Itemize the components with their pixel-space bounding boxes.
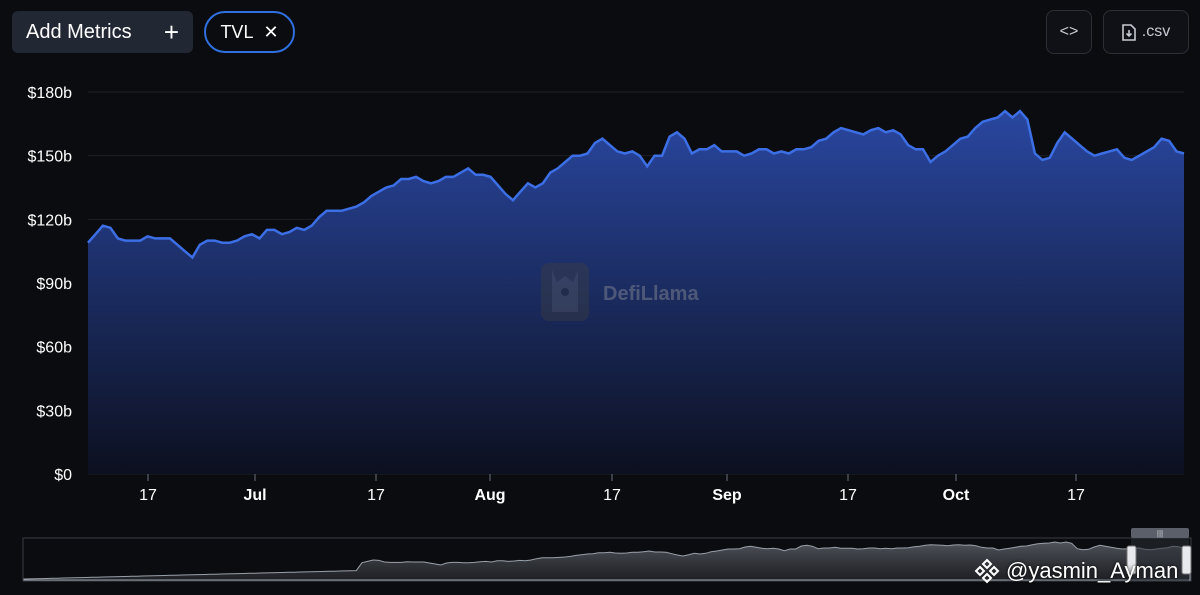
defillama-logo-icon [541, 263, 589, 321]
x-tick-label: Jul [243, 487, 266, 504]
add-metrics-button[interactable]: Add Metrics + [12, 11, 193, 53]
y-tick-label: $120b [28, 212, 73, 229]
metric-pill-label: TVL [220, 21, 254, 42]
embed-button[interactable]: <> [1046, 10, 1092, 54]
grip-icon: ||| [1157, 529, 1163, 538]
defillama-watermark: DefiLlama [541, 263, 699, 321]
x-tick-label: 17 [603, 487, 621, 504]
tvl-chart: $0 $30b $60b $90b $120b $150b $180b 17 Jul 17 Aug… [22, 85, 1192, 582]
close-icon[interactable]: ✕ [263, 22, 278, 43]
code-icon: <> [1059, 23, 1079, 40]
x-tick-label: 17 [839, 487, 857, 504]
y-tick-label: $0 [54, 467, 72, 484]
navigator-right-handle[interactable] [1181, 545, 1192, 575]
x-tick-label: 17 [1067, 487, 1085, 504]
tvl-area [88, 111, 1184, 474]
x-tick-label: 17 [139, 487, 157, 504]
metric-pill-tvl: TVL ✕ [204, 11, 295, 53]
download-csv-button[interactable]: .csv [1103, 10, 1189, 54]
navigator-drag-bar[interactable] [1131, 528, 1189, 538]
y-tick-label: $150b [28, 149, 73, 166]
y-tick-label: $60b [36, 340, 72, 357]
credit-handle: @yasmin_Ayman [1006, 558, 1179, 583]
y-tick-label: $90b [36, 276, 72, 293]
download-file-icon [1121, 23, 1136, 41]
tvl-line [87, 109, 1185, 260]
x-tick-label: Oct [943, 487, 970, 504]
add-metrics-label: Add Metrics [26, 20, 132, 43]
x-tick-label: Sep [712, 487, 742, 504]
plus-icon: + [163, 17, 179, 47]
y-tick-label: $180b [28, 85, 73, 102]
csv-label: .csv [1141, 23, 1171, 40]
y-tick-label: $30b [36, 403, 72, 420]
y-axis-ticks: $0 $30b $60b $90b $120b $150b $180b [28, 85, 73, 484]
x-axis-ticks: 17 Jul 17 Aug 17 Sep 17 Oct 17 [139, 474, 1085, 504]
binance-logo-icon [974, 558, 1000, 584]
grid-lines [88, 91, 1184, 475]
watermark-text: DefiLlama [603, 283, 699, 305]
x-tick-label: Aug [474, 487, 505, 504]
author-credit: @yasmin_Ayman [974, 558, 1178, 584]
x-tick-label: 17 [367, 487, 385, 504]
